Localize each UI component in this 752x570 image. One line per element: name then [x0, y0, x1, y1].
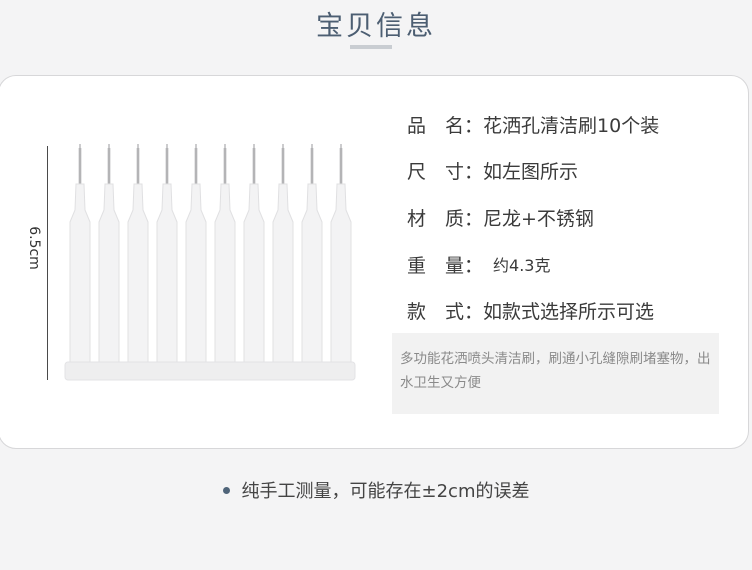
description-text: 多功能花洒喷头清洁刷，刷通小孔缝隙刷堵塞物，出水卫生又方便	[400, 351, 711, 391]
spec-row-material: 材 质： 尼龙+不锈钢	[407, 203, 594, 231]
page-title: 宝贝信息	[316, 11, 436, 42]
spec-row-size: 尺 寸： 如左图所示	[407, 156, 578, 184]
dimension-label-wrap: 6.5cm	[26, 226, 42, 270]
brush-base	[64, 361, 356, 381]
description-box: 多功能花洒喷头清洁刷，刷通小孔缝隙刷堵塞物，出水卫生又方便	[392, 333, 719, 414]
dimension-label: 6.5cm	[26, 226, 42, 270]
brush-item	[69, 144, 91, 363]
brush-item	[156, 144, 178, 363]
brush-item	[98, 144, 120, 363]
brush-item	[272, 144, 294, 363]
brush-item	[330, 144, 352, 363]
spec-row-weight: 重 量： 约4.3克	[407, 250, 550, 278]
spec-material-value: 尼龙+不锈钢	[483, 207, 594, 230]
spec-weight: 重 量：	[407, 254, 484, 277]
spec-style-value: 如款式选择所示可选	[483, 300, 655, 323]
brush-item	[185, 144, 207, 363]
spec-weight-value: 约4.3克	[493, 256, 551, 275]
spec-row-name: 品 名： 花洒孔清洁刷10个装	[407, 110, 659, 138]
spec-size: 尺 寸：	[407, 160, 484, 183]
brush-item	[127, 144, 149, 363]
bullet-dot	[222, 486, 230, 494]
spec-style: 款 式：	[407, 300, 484, 323]
brush-item	[214, 144, 236, 363]
note-text: 纯手工测量，可能存在±2cm的误差	[241, 481, 530, 502]
brush-item	[301, 144, 323, 363]
spec-material: 材 质：	[407, 207, 484, 230]
dimension-line	[47, 146, 48, 380]
title-underline	[350, 45, 392, 49]
spec-size-value: 如左图所示	[483, 160, 579, 183]
product-photo	[64, 144, 356, 381]
spec-row-style: 款 式： 如款式选择所示可选	[407, 296, 654, 324]
spec-name: 品 名：	[407, 114, 484, 137]
brush-item	[243, 144, 265, 363]
spec-name-value: 花洒孔清洁刷10个装	[483, 114, 660, 137]
measurement-note: 纯手工测量，可能存在±2cm的误差	[0, 477, 752, 503]
